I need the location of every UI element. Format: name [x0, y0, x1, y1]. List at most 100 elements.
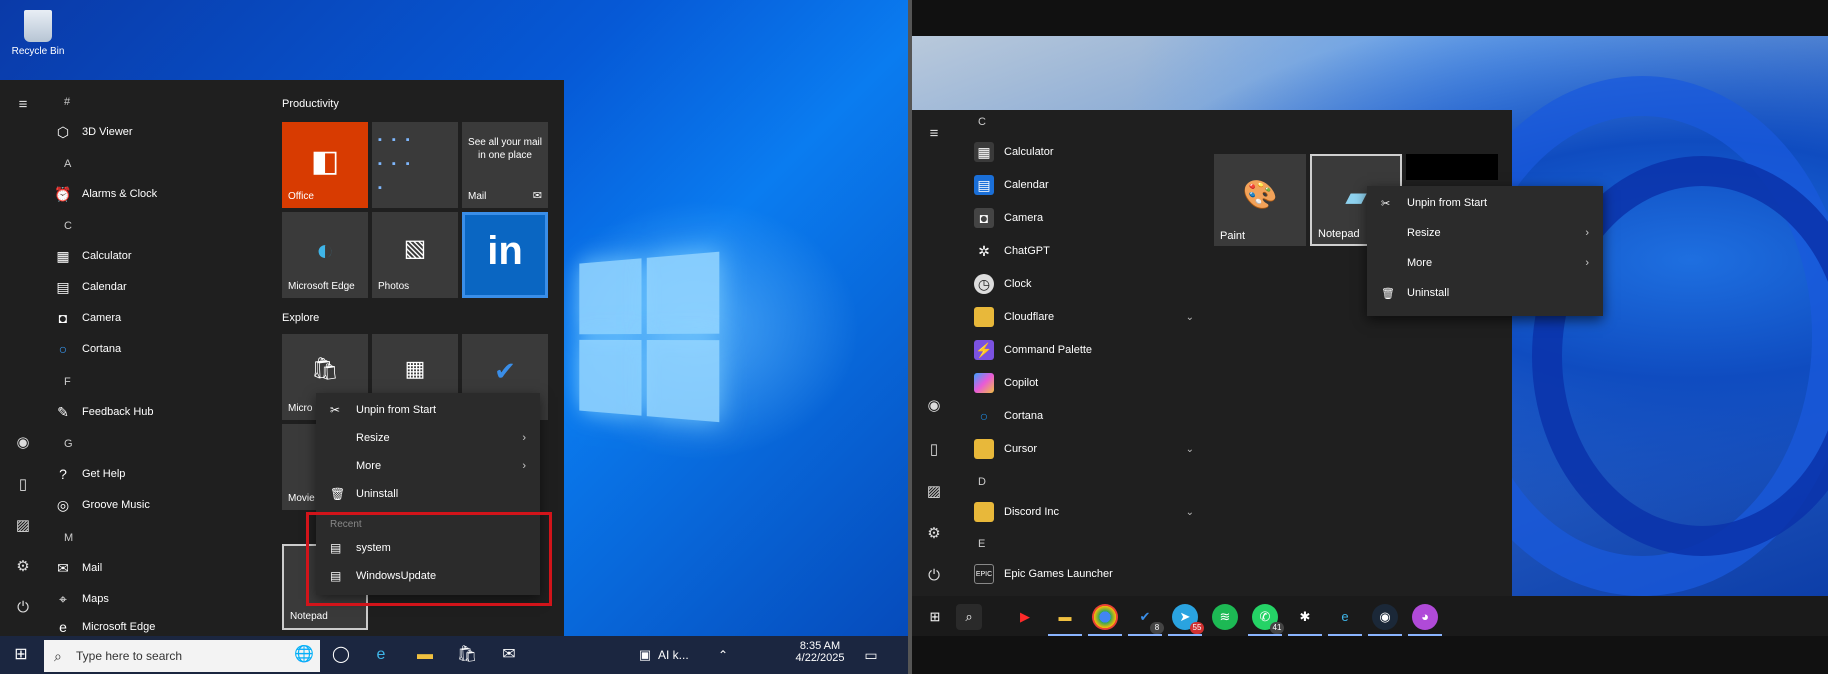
- letter-header[interactable]: #: [64, 96, 70, 108]
- menu-resize[interactable]: Resize ›: [316, 425, 540, 451]
- tile-office-apps-folder[interactable]: ▪▪▪ ▪▪▪ ▪: [372, 122, 458, 208]
- notification-icon[interactable]: ▭: [860, 644, 882, 666]
- app-get-help[interactable]: ? Get Help: [54, 462, 125, 486]
- app-calendar[interactable]: ▤ Calendar: [974, 173, 1194, 197]
- youtube-icon[interactable]: ▶: [1012, 604, 1038, 630]
- app-calculator[interactable]: ▦ Calculator: [974, 140, 1194, 164]
- app-mail[interactable]: ✉ Mail: [54, 556, 102, 580]
- settings-icon[interactable]: ⚙: [14, 558, 32, 576]
- letter-header[interactable]: C: [64, 220, 72, 232]
- app-label: Discord Inc: [1004, 506, 1060, 518]
- app-label: Alarms & Clock: [82, 188, 158, 200]
- search-icon[interactable]: ⌕: [956, 604, 982, 630]
- app-3d-viewer[interactable]: ⬡ 3D Viewer: [54, 120, 133, 144]
- tile-mail[interactable]: See all your mail in one place Mail ✉: [462, 122, 548, 208]
- menu-unpin[interactable]: ✂ Unpin from Start: [1367, 188, 1603, 218]
- windows-start-icon[interactable]: ⊞: [10, 644, 32, 666]
- app-copilot[interactable]: Copilot: [974, 371, 1194, 395]
- tile-paint[interactable]: 🎨 Paint: [1214, 154, 1306, 246]
- telegram-icon[interactable]: ➤ 55: [1168, 604, 1204, 636]
- tile-label: Office: [288, 191, 314, 202]
- store-icon[interactable]: 🛍: [456, 644, 478, 666]
- office-icon: ◧: [310, 145, 340, 178]
- chrome-icon[interactable]: [1088, 604, 1122, 636]
- copilot-icon: [974, 373, 994, 393]
- user-icon[interactable]: ◉: [14, 434, 32, 452]
- app-label: Feedback Hub: [82, 406, 154, 418]
- letter-header[interactable]: A: [64, 158, 71, 170]
- app-label: Cortana: [82, 343, 122, 355]
- folder-cursor[interactable]: Cursor ⌄: [974, 437, 1194, 461]
- clock[interactable]: 8:35 AM 4/22/2025: [790, 640, 850, 664]
- power-icon[interactable]: ⏻: [924, 566, 944, 586]
- pictures-icon[interactable]: ▨: [14, 517, 32, 535]
- paint-icon: 🎨: [1242, 179, 1278, 210]
- documents-icon[interactable]: ▯: [924, 440, 944, 460]
- tile-photos[interactable]: ▧ Photos: [372, 212, 458, 298]
- menu-label: Resize: [1407, 227, 1441, 239]
- app-camera[interactable]: ◘ Camera: [54, 306, 121, 330]
- menu-label: Resize: [356, 432, 390, 444]
- pictures-icon[interactable]: ▨: [924, 482, 944, 502]
- documents-icon[interactable]: ▯: [14, 476, 32, 494]
- letter-header[interactable]: E: [978, 538, 985, 550]
- recycle-bin-shortcut[interactable]: Recycle Bin: [8, 10, 68, 70]
- letter-header[interactable]: C: [978, 116, 986, 128]
- menu-uninstall[interactable]: 🗑 Uninstall: [1367, 278, 1603, 308]
- app-calendar[interactable]: ▤ Calendar: [54, 275, 126, 299]
- app-icon[interactable]: ◕: [1408, 604, 1442, 636]
- system-tray-icons[interactable]: ⌃ ▭ 🔊: [712, 644, 734, 674]
- file-explorer-icon[interactable]: ▬: [414, 644, 436, 666]
- power-icon[interactable]: ⏻: [14, 599, 32, 617]
- hamburger-icon[interactable]: ≡: [14, 96, 32, 114]
- app-groove-music[interactable]: ◎ Groove Music: [54, 493, 150, 517]
- edge-icon[interactable]: e: [1328, 604, 1362, 636]
- search-box[interactable]: ⌕ Type here to search 🌐: [44, 640, 320, 672]
- group-productivity[interactable]: Productivity: [282, 98, 339, 110]
- letter-header[interactable]: M: [64, 532, 73, 544]
- app-camera[interactable]: ◘ Camera: [974, 206, 1194, 230]
- app-chatgpt[interactable]: ✲ ChatGPT: [974, 239, 1194, 263]
- menu-resize[interactable]: Resize ›: [1367, 218, 1603, 248]
- file-explorer-icon[interactable]: ▬: [1048, 604, 1082, 636]
- menu-more[interactable]: More ›: [1367, 248, 1603, 278]
- tile-microsoft-edge[interactable]: ◐ Microsoft Edge: [282, 212, 368, 298]
- windows-start-icon[interactable]: ⊞: [922, 604, 948, 630]
- folder-discord-inc[interactable]: Discord Inc ⌄: [974, 500, 1194, 524]
- tile-linkedin[interactable]: in: [462, 212, 548, 298]
- app-epic-games-launcher[interactable]: EPIC Epic Games Launcher: [974, 562, 1194, 586]
- menu-unpin[interactable]: ✂ Unpin from Start: [316, 397, 540, 423]
- app-maps[interactable]: ⌖ Maps: [54, 587, 109, 611]
- app-cortana[interactable]: ○ Cortana: [54, 337, 121, 361]
- tile-office[interactable]: ◧ Office: [282, 122, 368, 208]
- app-alarms-clock[interactable]: ⏰ Alarms & Clock: [54, 182, 157, 206]
- tile-blank[interactable]: [1406, 154, 1498, 180]
- ai-app-icon[interactable]: ▣: [634, 644, 656, 666]
- spotify-icon[interactable]: ≋: [1212, 604, 1238, 630]
- cortana-icon: ○: [58, 341, 68, 357]
- app-calculator[interactable]: ▦ Calculator: [54, 244, 131, 268]
- mail-icon[interactable]: ✉: [498, 644, 520, 666]
- menu-uninstall[interactable]: 🗑 Uninstall: [316, 481, 540, 507]
- app-clock[interactable]: ◷ Clock: [974, 272, 1194, 296]
- todo-icon[interactable]: ✔ 8: [1128, 604, 1164, 636]
- steam-icon[interactable]: ◉: [1368, 604, 1402, 636]
- slack-icon[interactable]: ✱: [1288, 604, 1322, 636]
- folder-cloudflare[interactable]: Cloudflare ⌄: [974, 305, 1194, 329]
- menu-more[interactable]: More ›: [316, 453, 540, 479]
- app-command-palette[interactable]: ⚡ Command Palette: [974, 338, 1194, 362]
- letter-header[interactable]: F: [64, 376, 71, 388]
- whatsapp-icon[interactable]: ✆ 41: [1248, 604, 1284, 636]
- task-view-icon[interactable]: ◯: [330, 644, 352, 666]
- app-feedback-hub[interactable]: ✎ Feedback Hub: [54, 400, 154, 424]
- letter-header[interactable]: G: [64, 438, 73, 450]
- hamburger-icon[interactable]: ≡: [924, 124, 944, 144]
- ai-app-label[interactable]: AI k...: [658, 648, 689, 662]
- settings-icon[interactable]: ⚙: [924, 524, 944, 544]
- group-explore[interactable]: Explore: [282, 312, 319, 324]
- letter-header[interactable]: D: [978, 476, 986, 488]
- app-cortana[interactable]: ○ Cortana: [974, 404, 1194, 428]
- app-microsoft-edge[interactable]: e Microsoft Edge: [54, 618, 155, 636]
- user-icon[interactable]: ◉: [924, 396, 944, 416]
- edge-icon[interactable]: e: [370, 644, 392, 666]
